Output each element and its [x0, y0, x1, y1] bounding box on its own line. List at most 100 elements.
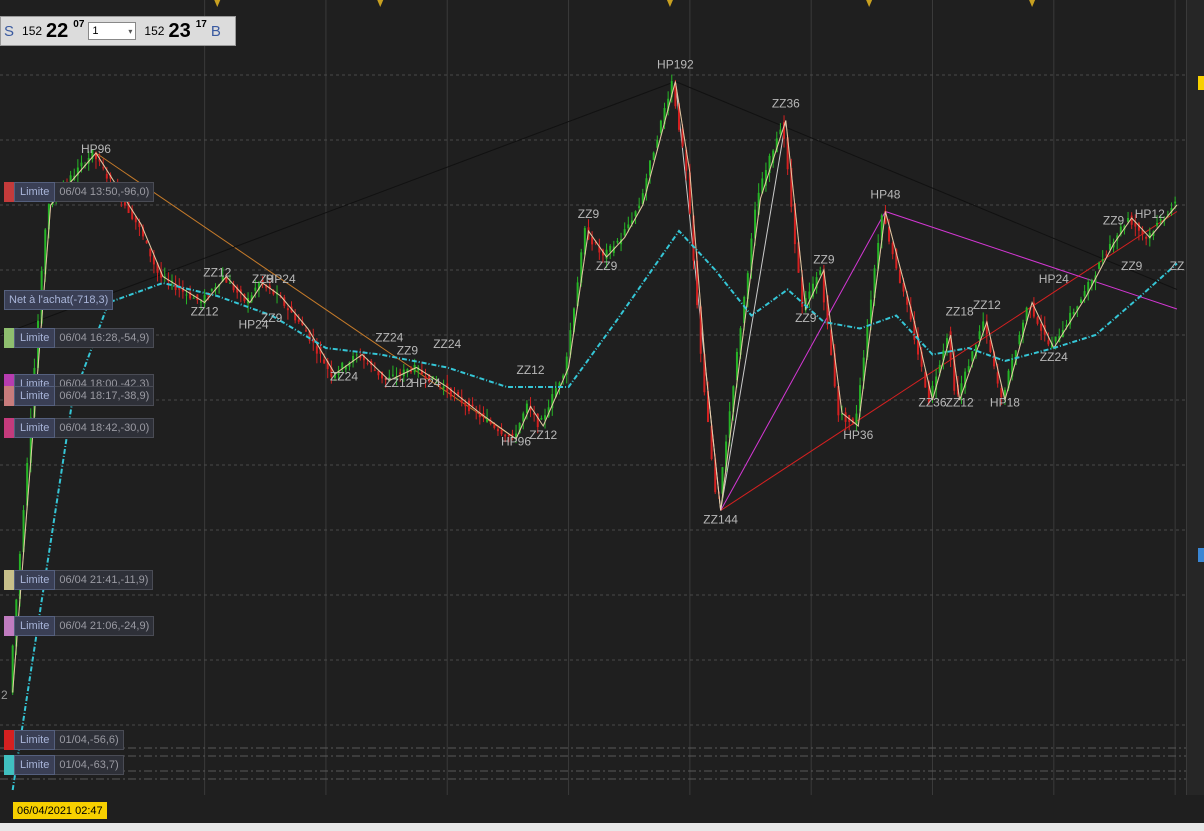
status-strip: [0, 823, 1204, 831]
pivot-label: ZZ9: [795, 311, 817, 325]
order-color-swatch: [4, 386, 14, 406]
order-row[interactable]: Limite 06/04 18:42,-30,0): [4, 418, 155, 438]
axis-left-label: 2: [1, 688, 8, 702]
pivot-label: ZZ24: [1040, 350, 1068, 364]
order-row[interactable]: Limite 06/04 21:06,-24,9): [4, 616, 155, 636]
candle-body: [855, 413, 858, 425]
candle-body: [924, 372, 927, 388]
sell-label[interactable]: S: [4, 23, 14, 40]
candle-body: [464, 402, 467, 407]
pivot-label: HP24: [410, 376, 440, 390]
candle-body: [1072, 311, 1075, 315]
candle-body: [467, 400, 470, 412]
quantity-select[interactable]: 1 ▾: [88, 22, 137, 40]
candle-body: [174, 284, 177, 290]
candle-body: [366, 362, 369, 364]
sell-price[interactable]: 22: [46, 20, 68, 43]
pivot-label: ZZ12: [191, 305, 219, 319]
order-info: 06/04 16:28,-54,9): [55, 328, 155, 348]
order-type-button[interactable]: Limite: [14, 328, 56, 348]
order-type-button[interactable]: Limite: [14, 386, 56, 406]
candle-body: [1018, 334, 1021, 345]
candle-body: [525, 403, 528, 413]
candle-body: [1083, 291, 1086, 297]
candle-body: [315, 346, 318, 354]
order-color-swatch: [4, 328, 14, 348]
candle-body: [1145, 236, 1148, 239]
order-row[interactable]: Limite 06/04 13:50,-96,0): [4, 182, 155, 202]
pivot-label: ZZ9: [813, 253, 835, 267]
order-type-button[interactable]: Limite: [14, 570, 56, 590]
candle-body: [1130, 215, 1133, 225]
pivot-label: ZZ24: [375, 331, 403, 345]
pivot-label: ZZ9: [1121, 259, 1143, 273]
candle-body: [149, 248, 152, 257]
buy-quantity: 152: [144, 24, 165, 38]
buy-label[interactable]: B: [211, 23, 221, 40]
pivot-label: HP192: [657, 58, 694, 72]
order-info: 01/04,-63,7): [55, 755, 124, 775]
order-info: 06/04 21:06,-24,9): [55, 616, 155, 636]
pivot-label: HP36: [843, 428, 873, 442]
pivot-label: ZZ12: [203, 266, 231, 280]
order-type-button[interactable]: Limite: [14, 182, 56, 202]
order-info: 01/04,-56,6): [55, 730, 124, 750]
buy-price[interactable]: 23: [168, 20, 190, 43]
pivot-label: ZZ12: [946, 396, 974, 410]
candle-body: [634, 211, 637, 217]
last-price-marker: [1198, 76, 1204, 90]
order-type-button[interactable]: Limite: [14, 616, 56, 636]
pivot-label: ZZ12: [973, 298, 1001, 312]
candle-body: [819, 270, 822, 275]
buy-price-decimals: 17: [195, 18, 207, 30]
order-color-swatch: [4, 730, 14, 750]
price-chart[interactable]: HP96ZZ12ZZ12HP24ZZ9HP24ZZ9ZZ24ZZ24ZZ12ZZ…: [0, 0, 1186, 795]
sell-quantity: 152: [22, 24, 43, 38]
candle-body: [623, 229, 626, 236]
pivot-label: ZZ24: [330, 370, 358, 384]
candle-body: [399, 372, 402, 375]
candle-body: [442, 386, 445, 389]
price-axis[interactable]: [1186, 0, 1204, 795]
order-color-swatch: [4, 418, 14, 438]
pivot-label: ZZ36: [772, 97, 800, 111]
candle-body: [323, 359, 326, 364]
pivot-label: HP48: [870, 188, 900, 202]
order-type-button[interactable]: Limite: [14, 418, 56, 438]
candle-body: [199, 301, 202, 303]
pivot-label: ZZ9: [261, 311, 283, 325]
order-row[interactable]: Limite 06/04 16:28,-54,9): [4, 328, 155, 348]
candle-body: [210, 288, 213, 291]
order-row[interactable]: Limite 06/04 18:17,-38,9): [4, 386, 155, 406]
order-type-button[interactable]: Limite: [14, 730, 56, 750]
candle-body: [638, 205, 641, 209]
candle-body: [540, 418, 543, 420]
order-row[interactable]: Limite 01/04,-63,7): [4, 755, 124, 775]
quote-panel: S 152 22 07 1 ▾ 152 23 17 B: [0, 16, 236, 46]
order-color-swatch: [4, 755, 14, 775]
order-row[interactable]: Limite 06/04 21:41,-11,9): [4, 570, 154, 590]
candle-body: [1105, 254, 1108, 256]
order-type-button[interactable]: Limite: [14, 755, 56, 775]
candle-body: [185, 294, 188, 296]
candle-body: [297, 319, 300, 322]
order-row[interactable]: Limite 01/04,-56,6): [4, 730, 124, 750]
candle-body: [286, 308, 289, 311]
candle-body: [891, 242, 894, 255]
pivot-label: ZZ9: [397, 344, 419, 358]
order-color-swatch: [4, 616, 14, 636]
trading-chart[interactable]: HP96 ZZ12 ZZ12 HP24 ZZ9 HP24 ZZ9 ZZ24 ZZ24 ZZ12 ZZ…: [0, 0, 1204, 831]
candle-body: [808, 291, 811, 299]
candle-body: [102, 167, 105, 169]
pivot-label: HP24: [1039, 272, 1069, 286]
pivot-label: ZZ12: [384, 376, 412, 390]
order-info: 06/04 13:50,-96,0): [55, 182, 155, 202]
quantity-select-value: 1: [92, 25, 99, 37]
candle-body: [105, 173, 108, 179]
candle-body: [659, 120, 662, 133]
candle-body: [627, 224, 630, 229]
candle-body: [971, 351, 974, 362]
candle-body: [207, 295, 210, 297]
candle-body: [978, 331, 981, 340]
candle-body: [898, 269, 901, 283]
